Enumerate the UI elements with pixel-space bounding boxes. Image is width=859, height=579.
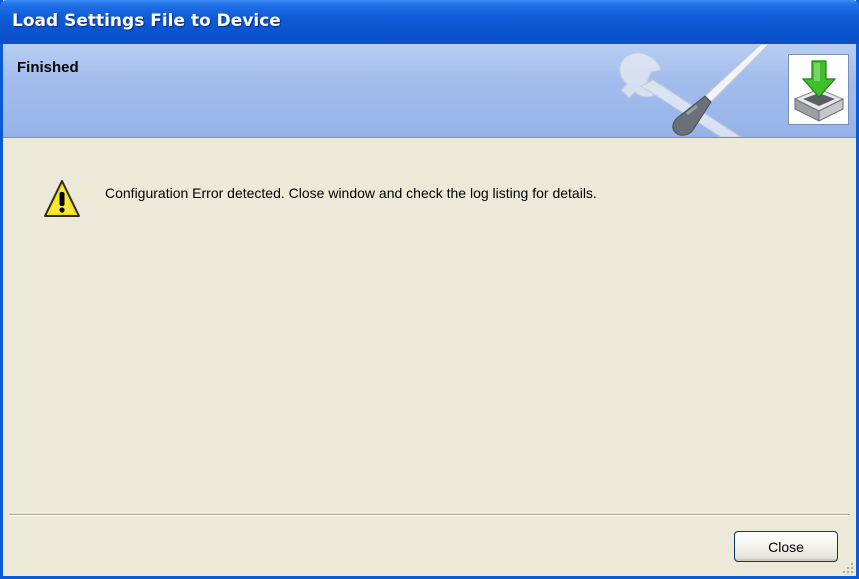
warning-icon	[44, 180, 80, 217]
header-title: Finished	[17, 59, 79, 76]
resize-grip-icon[interactable]	[842, 562, 854, 574]
error-message: Configuration Error detected. Close wind…	[105, 185, 597, 201]
device-icon-frame	[788, 54, 849, 125]
close-button[interactable]: Close	[734, 531, 838, 562]
header-band: Finished	[3, 44, 856, 138]
download-to-device-icon	[793, 60, 845, 122]
title-bar[interactable]: Load Settings File to Device	[0, 0, 859, 44]
content-area: Configuration Error detected. Close wind…	[3, 138, 856, 514]
footer-separator	[9, 514, 850, 516]
dialog-window: Load Settings File to Device Finished Co…	[0, 0, 859, 579]
tools-icon	[619, 44, 770, 137]
window-title: Load Settings File to Device	[12, 11, 281, 31]
